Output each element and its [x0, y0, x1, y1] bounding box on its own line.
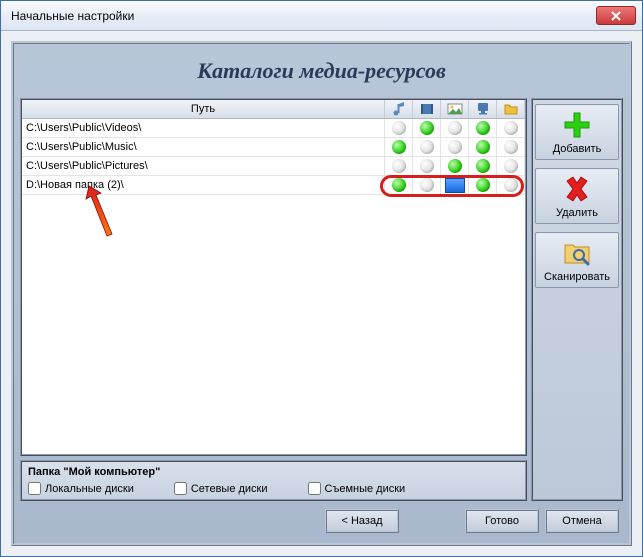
status-dot: [420, 159, 434, 173]
finish-button[interactable]: Готово: [465, 509, 539, 533]
delete-icon: [561, 173, 593, 205]
status-dot: [448, 140, 462, 154]
scan-icon: [561, 237, 593, 269]
table-row[interactable]: C:\Users\Public\Pictures\: [22, 157, 525, 176]
toggle-cell[interactable]: [413, 176, 441, 194]
toggle-cell[interactable]: [385, 138, 413, 156]
my-computer-title: Папка "Мой компьютер": [28, 466, 519, 482]
removable-disks-checkbox[interactable]: Съемные диски: [308, 482, 406, 495]
add-label: Добавить: [553, 143, 602, 155]
folder-icon: [503, 101, 519, 117]
window-title: Начальные настройки: [7, 9, 596, 23]
toggle-cell[interactable]: [385, 157, 413, 175]
local-disks-label: Локальные диски: [45, 483, 134, 495]
delete-button[interactable]: Удалить: [535, 168, 619, 224]
col-header-video[interactable]: [413, 100, 441, 118]
toggle-cell[interactable]: [413, 119, 441, 137]
col-header-music[interactable]: [385, 100, 413, 118]
dialog-window: Начальные настройки Каталоги медиа-ресур…: [0, 0, 643, 557]
table-row[interactable]: C:\Users\Public\Videos\: [22, 119, 525, 138]
status-dot: [476, 178, 490, 192]
table-row[interactable]: C:\Users\Public\Music\: [22, 138, 525, 157]
network-disks-label: Сетевые диски: [191, 483, 268, 495]
status-dot: [448, 159, 462, 173]
titlebar: Начальные настройки: [1, 1, 642, 31]
video-icon: [419, 101, 435, 117]
back-button[interactable]: < Назад: [325, 509, 399, 533]
status-dot: [476, 159, 490, 173]
status-dot: [476, 121, 490, 135]
status-dot: [420, 140, 434, 154]
close-button[interactable]: [596, 6, 636, 25]
toggle-cell[interactable]: [497, 157, 525, 175]
removable-disks-label: Съемные диски: [325, 483, 406, 495]
music-icon: [391, 101, 407, 117]
toggle-cell[interactable]: [469, 157, 497, 175]
toggle-cell[interactable]: [469, 138, 497, 156]
status-dot: [392, 121, 406, 135]
status-dot: [504, 178, 518, 192]
status-dot: [448, 121, 462, 135]
content-area: Каталоги медиа-ресурсов Путь: [1, 31, 642, 556]
delete-label: Удалить: [556, 207, 598, 219]
image-icon: [447, 101, 463, 117]
path-cell: C:\Users\Public\Pictures\: [22, 157, 385, 175]
status-dot: [392, 159, 406, 173]
status-dot: [476, 140, 490, 154]
status-dot: [504, 121, 518, 135]
status-dot: [420, 121, 434, 135]
local-disks-checkbox[interactable]: Локальные диски: [28, 482, 134, 495]
scan-label: Сканировать: [544, 271, 610, 283]
add-button[interactable]: Добавить: [535, 104, 619, 160]
right-column: Добавить Удалить Сканировать: [531, 98, 623, 501]
toggle-cell[interactable]: [413, 138, 441, 156]
inner-frame: Каталоги медиа-ресурсов Путь: [11, 41, 632, 546]
status-dot: [392, 140, 406, 154]
toggle-cell[interactable]: [413, 157, 441, 175]
status-dot: [420, 178, 434, 192]
main-panel: Путь C:\Users\Public\Videos\C:\Users\Pub…: [20, 98, 623, 501]
local-disks-input[interactable]: [28, 482, 41, 495]
toggle-cell[interactable]: [441, 176, 469, 194]
toggle-cell[interactable]: [385, 119, 413, 137]
toggle-cell[interactable]: [469, 176, 497, 194]
page-title: Каталоги медиа-ресурсов: [20, 50, 623, 98]
path-cell: C:\Users\Public\Videos\: [22, 119, 385, 137]
selected-square: [445, 178, 465, 193]
toggle-cell[interactable]: [441, 138, 469, 156]
close-icon: [611, 11, 621, 21]
col-header-image[interactable]: [441, 100, 469, 118]
toggle-cell[interactable]: [497, 119, 525, 137]
stream-icon: [475, 101, 491, 117]
network-disks-input[interactable]: [174, 482, 187, 495]
left-column: Путь C:\Users\Public\Videos\C:\Users\Pub…: [20, 98, 527, 501]
col-header-folder[interactable]: [497, 100, 525, 118]
toggle-cell[interactable]: [441, 157, 469, 175]
toggle-cell[interactable]: [441, 119, 469, 137]
status-dot: [504, 159, 518, 173]
button-bar: < Назад Готово Отмена: [20, 501, 623, 537]
network-disks-checkbox[interactable]: Сетевые диски: [174, 482, 268, 495]
toggle-cell[interactable]: [385, 176, 413, 194]
plus-icon: [561, 109, 593, 141]
toggle-cell[interactable]: [469, 119, 497, 137]
toggle-cell[interactable]: [497, 138, 525, 156]
removable-disks-input[interactable]: [308, 482, 321, 495]
path-cell: D:\Новая папка (2)\: [22, 176, 385, 194]
table-row[interactable]: D:\Новая папка (2)\: [22, 176, 525, 195]
scan-button[interactable]: Сканировать: [535, 232, 619, 288]
col-header-path[interactable]: Путь: [22, 100, 385, 118]
cancel-button[interactable]: Отмена: [545, 509, 619, 533]
my-computer-panel: Папка "Мой компьютер" Локальные диски Се…: [20, 460, 527, 501]
path-table: Путь C:\Users\Public\Videos\C:\Users\Pub…: [20, 98, 527, 456]
table-header: Путь: [22, 100, 525, 119]
status-dot: [392, 178, 406, 192]
path-cell: C:\Users\Public\Music\: [22, 138, 385, 156]
toggle-cell[interactable]: [497, 176, 525, 194]
col-header-stream[interactable]: [469, 100, 497, 118]
status-dot: [504, 140, 518, 154]
